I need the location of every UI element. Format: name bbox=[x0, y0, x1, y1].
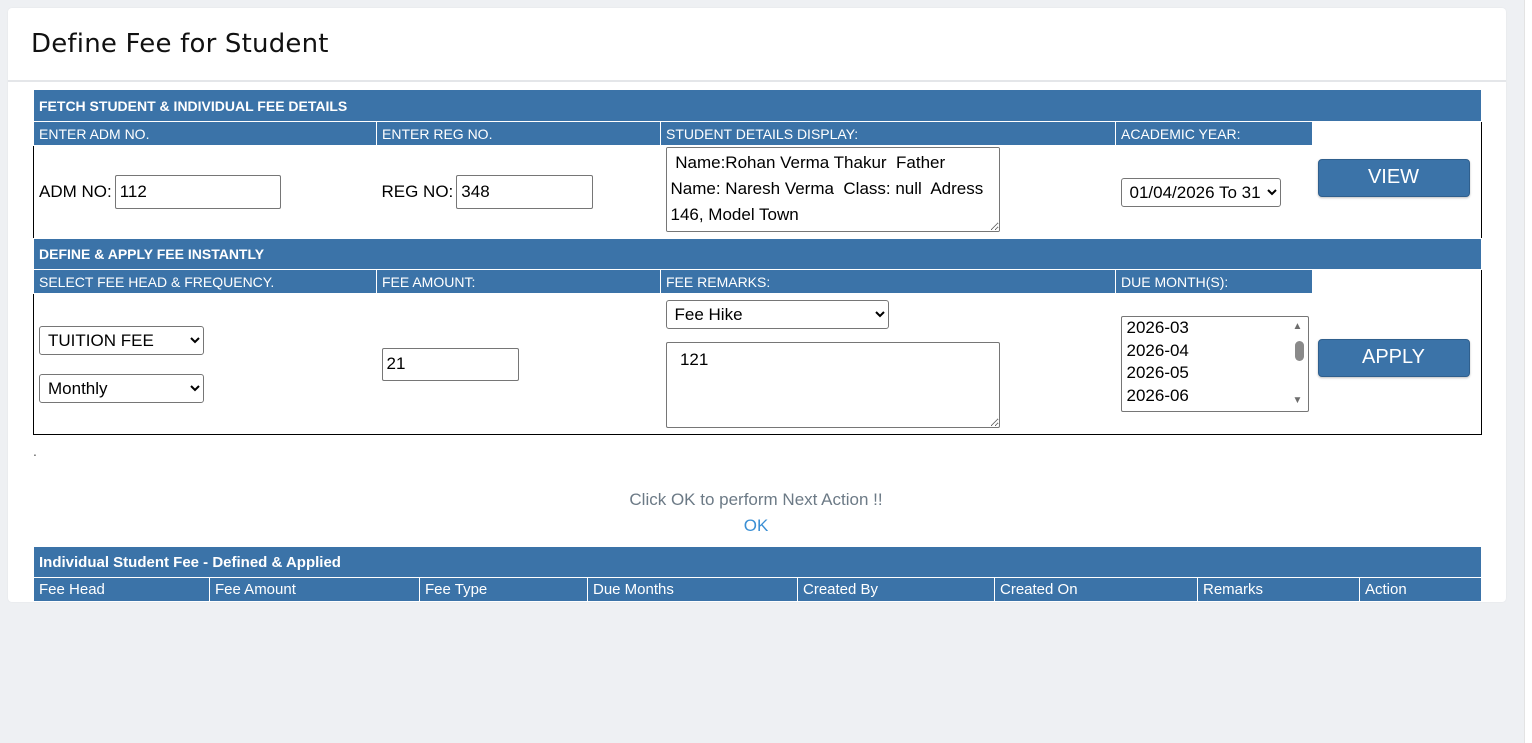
col-action: Action bbox=[1359, 577, 1482, 602]
col-created-by: Created By bbox=[797, 577, 995, 602]
apply-button[interactable]: APPLY bbox=[1317, 338, 1470, 377]
academic-year-select[interactable]: 01/04/2026 To 31/03/2027 bbox=[1120, 177, 1281, 207]
due-months-listbox[interactable]: 2026-03 2026-04 2026-05 2026-06 ▲ ▼ bbox=[1120, 316, 1309, 412]
fee-amount-header: FEE AMOUNT: bbox=[376, 269, 661, 294]
col-fee-amount: Fee Amount bbox=[209, 577, 420, 602]
page-title: Define Fee for Student bbox=[31, 29, 329, 59]
student-details-header: STUDENT DETAILS DISPLAY: bbox=[660, 121, 1116, 146]
fee-head-select[interactable]: TUITION FEE bbox=[39, 325, 204, 355]
fee-head-header: SELECT FEE HEAD & FREQUENCY. bbox=[33, 269, 377, 294]
adm-no-label: ADM NO: bbox=[39, 182, 112, 201]
academic-year-header: ACADEMIC YEAR: bbox=[1115, 121, 1313, 146]
next-action-message: Click OK to perform Next Action !! bbox=[629, 490, 883, 509]
col-remarks: Remarks bbox=[1197, 577, 1360, 602]
adm-no-field: ADM NO: bbox=[39, 175, 372, 209]
reg-no-field: REG NO: bbox=[382, 175, 656, 209]
adm-no-header: ENTER ADM NO. bbox=[33, 121, 377, 146]
col-fee-type: Fee Type bbox=[419, 577, 588, 602]
due-month-option[interactable]: 2026-03 bbox=[1122, 317, 1308, 340]
remarks-select[interactable]: Fee Hike bbox=[665, 300, 889, 329]
fee-remarks-textarea[interactable]: 121 bbox=[665, 342, 1000, 428]
status-dot: . bbox=[33, 443, 37, 459]
due-months-header: DUE MONTH(S): bbox=[1115, 269, 1313, 294]
reg-no-label: REG NO: bbox=[381, 182, 454, 201]
reg-no-input[interactable] bbox=[456, 175, 594, 209]
fee-remarks-header: FEE REMARKS: bbox=[660, 269, 1116, 294]
card-header: Define Fee for Student bbox=[8, 8, 1506, 82]
window-scrollbar[interactable] bbox=[1524, 0, 1532, 743]
fetch-section-title: FETCH STUDENT & INDIVIDUAL FEE DETAILS bbox=[32, 89, 1483, 122]
view-button[interactable]: VIEW bbox=[1317, 158, 1470, 197]
fee-form-table: FETCH STUDENT & INDIVIDUAL FEE DETAILS E… bbox=[32, 89, 1483, 435]
col-due-months: Due Months bbox=[587, 577, 798, 602]
listbox-scrollbar[interactable]: ▲ ▼ bbox=[1292, 319, 1306, 409]
scroll-thumb[interactable] bbox=[1294, 341, 1304, 361]
col-fee-head: Fee Head bbox=[33, 577, 210, 602]
apply-section-title: DEFINE & APPLY FEE INSTANTLY bbox=[32, 238, 1483, 270]
scroll-down-icon[interactable]: ▼ bbox=[1293, 396, 1303, 406]
reg-no-header: ENTER REG NO. bbox=[376, 121, 661, 146]
scroll-up-icon[interactable]: ▲ bbox=[1293, 322, 1303, 332]
due-month-option[interactable]: 2026-05 bbox=[1122, 362, 1308, 385]
due-month-option[interactable]: 2026-04 bbox=[1122, 340, 1308, 363]
fee-list-title: Individual Student Fee - Defined & Appli… bbox=[33, 546, 1482, 578]
col-created-on: Created On bbox=[994, 577, 1198, 602]
fee-amount-input[interactable] bbox=[381, 347, 519, 381]
fee-list-table: Individual Student Fee - Defined & Appli… bbox=[33, 546, 1482, 602]
adm-no-input[interactable] bbox=[114, 175, 281, 209]
due-month-option[interactable]: 2026-06 bbox=[1122, 385, 1308, 408]
ok-link[interactable]: OK bbox=[0, 516, 1512, 536]
frequency-select[interactable]: Monthly bbox=[39, 373, 204, 403]
student-details-textarea[interactable]: Name:Rohan Verma Thakur Father Name: Nar… bbox=[665, 147, 1000, 232]
